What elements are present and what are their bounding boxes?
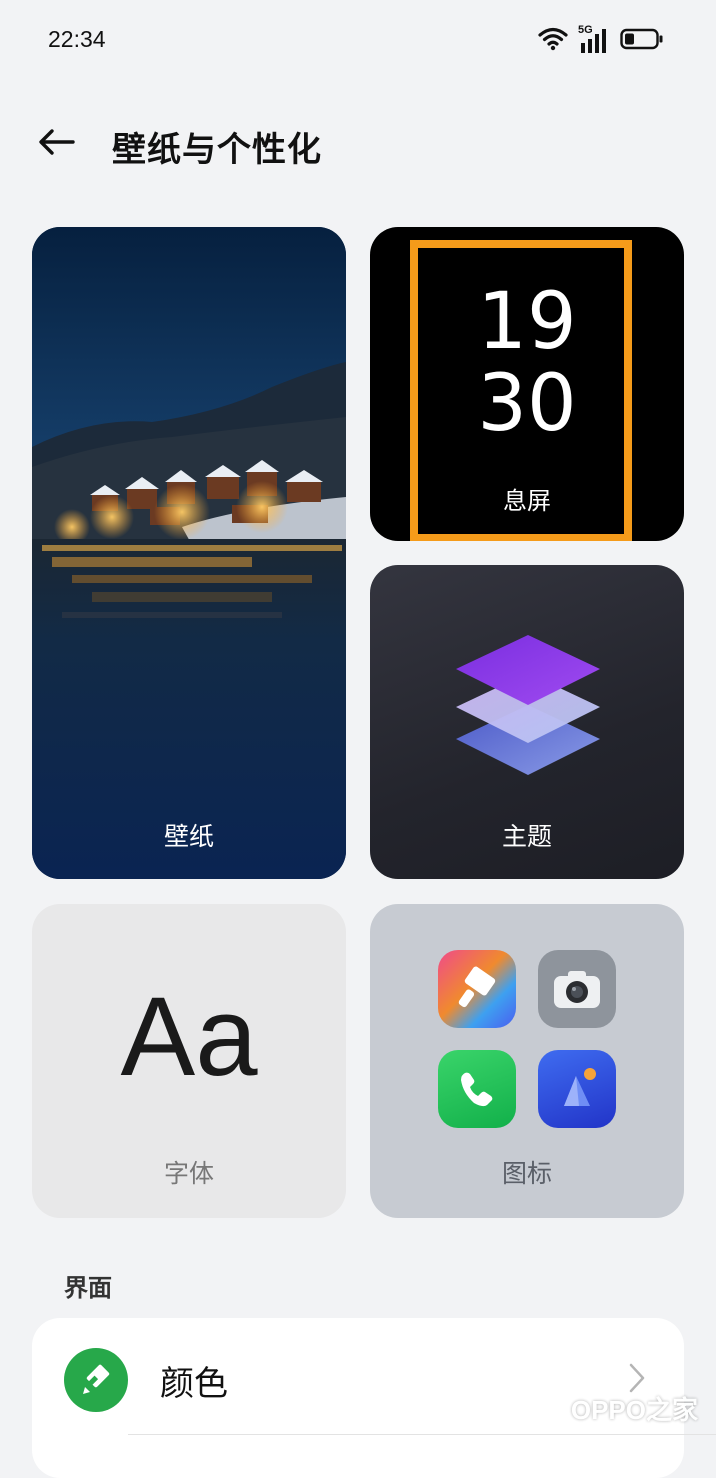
aod-card[interactable]: 19 30 息屏 [370, 227, 684, 541]
aod-minute: 30 [477, 359, 577, 449]
camera-icon [538, 950, 616, 1028]
status-icons: 5G [538, 24, 664, 58]
color-setting-label: 颜色 [160, 1364, 228, 1404]
aod-label: 息屏 [503, 487, 551, 515]
page-title: 壁纸与个性化 [112, 130, 322, 170]
font-sample-text: Aa [120, 974, 258, 1099]
font-label: 字体 [163, 1159, 214, 1188]
theme-store-icon [438, 950, 516, 1028]
wifi-icon [538, 27, 568, 55]
wallpaper-preview-image [32, 227, 346, 879]
aod-hour: 19 [477, 277, 577, 367]
color-palette-icon [64, 1348, 128, 1412]
wallpaper-card[interactable]: 壁纸 [32, 227, 346, 879]
theme-label: 主题 [501, 822, 552, 851]
gallery-icon [538, 1050, 616, 1128]
watermark: OPPO之家 [521, 1378, 698, 1438]
font-card[interactable]: Aa 字体 [32, 904, 346, 1218]
wallpaper-label: 壁纸 [163, 822, 214, 851]
back-button[interactable] [34, 122, 78, 166]
signal-icon: 5G [578, 24, 610, 55]
icons-card[interactable]: 图标 [370, 904, 684, 1218]
page-header: 壁纸与个性化 [0, 100, 716, 190]
theme-card[interactable]: 主题 [370, 565, 684, 879]
watermark-text: OPPO之家 [570, 1394, 698, 1425]
section-title-interface: 界面 [64, 1274, 112, 1302]
layers-icon [450, 627, 606, 791]
icons-label: 图标 [501, 1159, 552, 1188]
phone-icon [438, 1050, 516, 1128]
status-time: 22:34 [48, 26, 106, 52]
back-arrow-icon [37, 127, 75, 161]
status-bar: 22:34 5G [0, 0, 716, 84]
watermark-logo-icon [521, 1383, 565, 1433]
battery-icon [620, 28, 664, 54]
